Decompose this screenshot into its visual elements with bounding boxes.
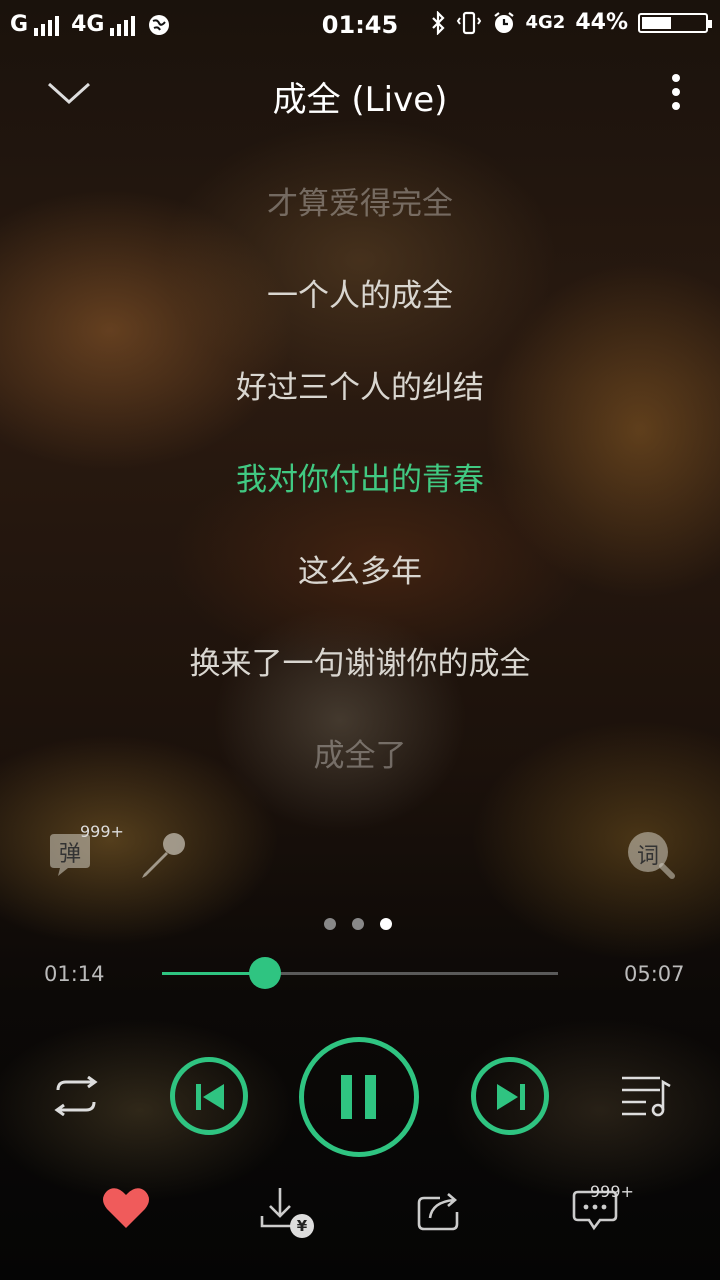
status-right-group: 4G2 44% (430, 10, 712, 35)
lyric-line: 这么多年 (298, 554, 422, 590)
progress-track[interactable] (162, 957, 558, 989)
next-button[interactable] (471, 1057, 549, 1135)
network-type-label: 4G2 (525, 12, 566, 33)
page-dot-active[interactable] (380, 918, 392, 930)
page-indicator (324, 918, 392, 930)
lyrics-search-label: 词 (636, 844, 659, 869)
repeat-icon[interactable] (50, 1076, 102, 1116)
bluetooth-icon (431, 10, 445, 35)
lyric-line: 好过三个人的纠结 (236, 370, 484, 406)
vibrate-icon (456, 11, 481, 34)
like-heart-icon[interactable] (102, 1186, 150, 1230)
battery-percent: 44% (575, 10, 628, 35)
share-icon[interactable] (416, 1190, 462, 1232)
progress-thumb[interactable] (248, 957, 281, 989)
playlist-icon[interactable] (620, 1074, 672, 1118)
lyric-line: 一个人的成全 (267, 278, 453, 314)
lyric-line-current: 我对你付出的青春 (236, 462, 484, 498)
download-button[interactable]: ¥ (258, 1186, 316, 1238)
paid-badge: ¥ (290, 1214, 314, 1238)
previous-button[interactable] (170, 1057, 248, 1135)
status-bar: G 4G 01:45 4G2 44% (0, 0, 720, 50)
pause-button[interactable] (299, 1037, 419, 1157)
alarm-icon (493, 11, 514, 33)
lyric-line: 换来了一句谢谢你的成全 (189, 646, 531, 682)
skip-previous-icon (196, 1084, 224, 1110)
microphone-karaoke-icon[interactable] (138, 830, 188, 880)
battery-icon (638, 12, 712, 33)
danmaku-count-badge: 999+ (80, 822, 124, 841)
elapsed-time: 01:14 (44, 962, 105, 986)
comment-count-badge: 999+ (590, 1182, 634, 1201)
pause-icon (341, 1075, 376, 1119)
page-dot[interactable] (324, 918, 336, 930)
lyric-line: 才算爱得完全 (267, 186, 453, 222)
total-time: 05:07 (624, 962, 685, 986)
page-dot[interactable] (352, 918, 364, 930)
skip-next-icon (497, 1084, 525, 1110)
lyric-line: 成全了 (313, 738, 407, 774)
lyrics-search-button[interactable]: 词 (626, 830, 676, 880)
song-title: 成全 (Live) (272, 80, 448, 120)
more-options-icon[interactable] (668, 72, 684, 112)
